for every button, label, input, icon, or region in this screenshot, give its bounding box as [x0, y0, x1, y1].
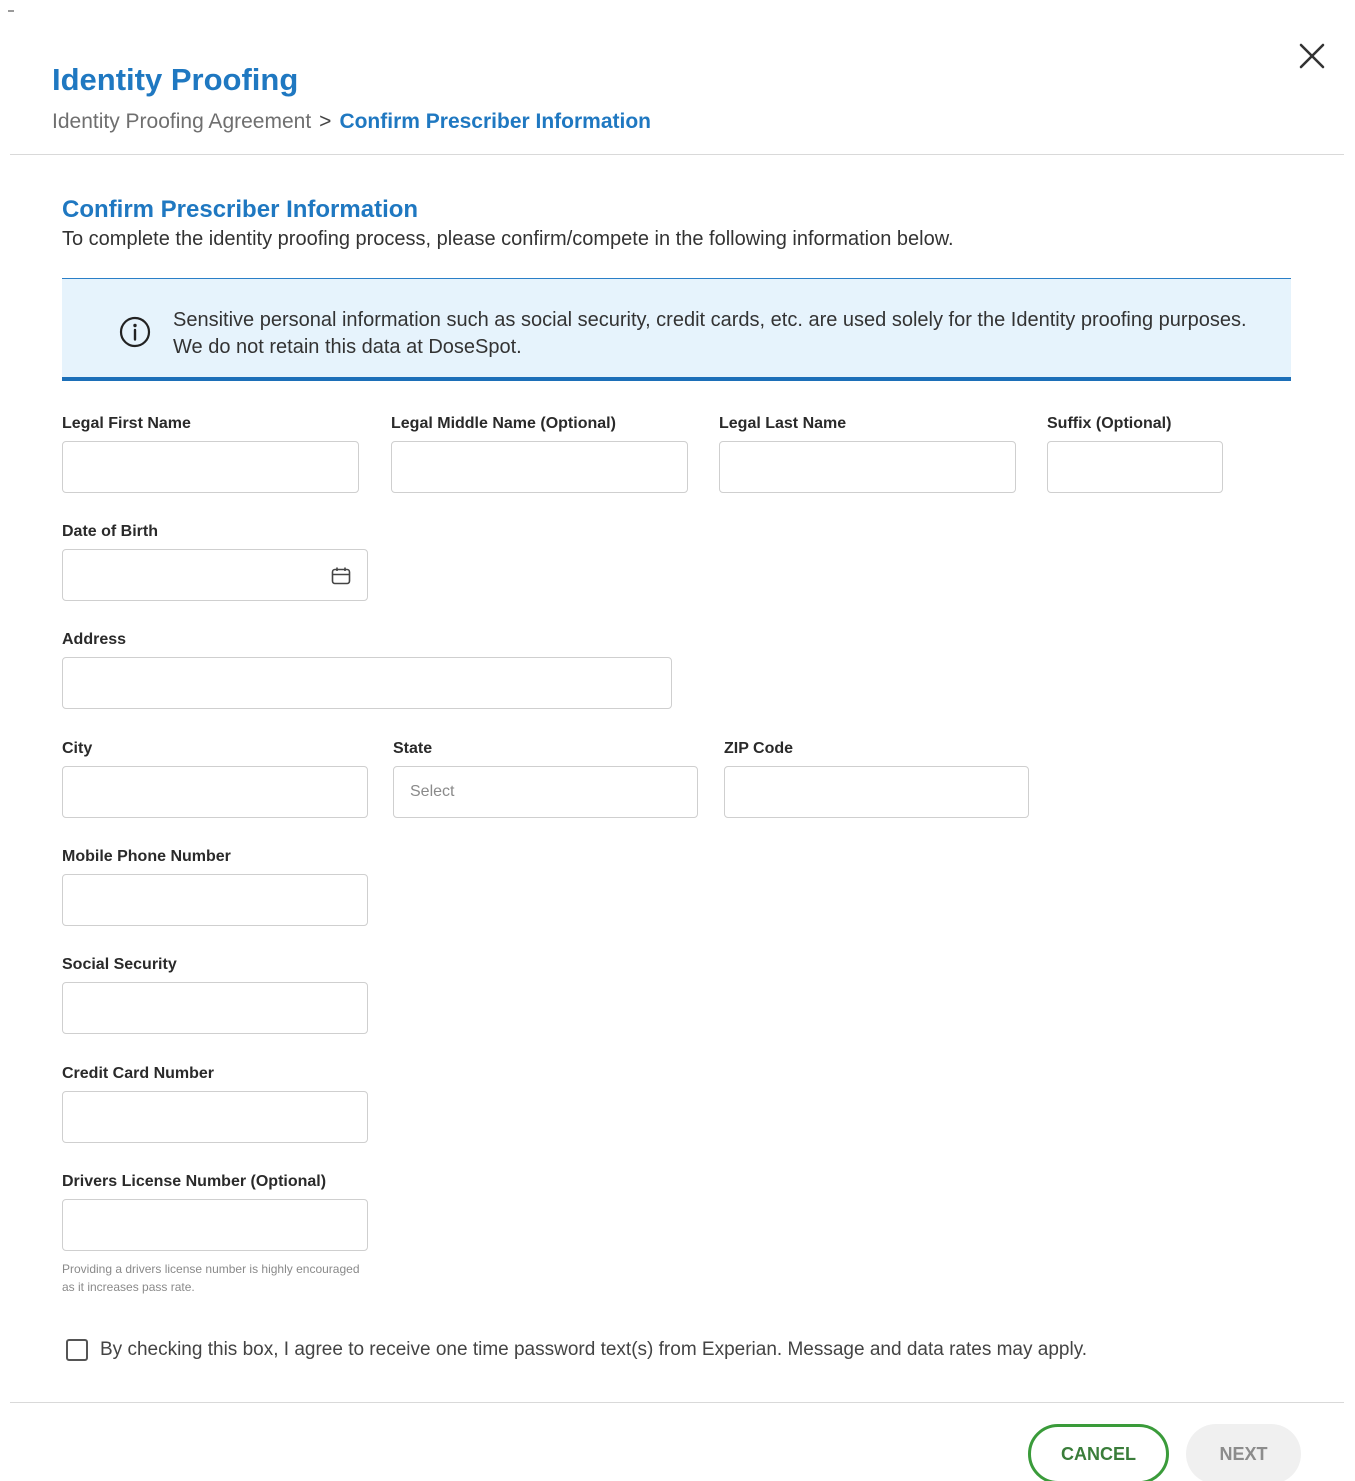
- first-name-input[interactable]: [62, 441, 359, 493]
- info-banner: Sensitive personal information such as s…: [62, 278, 1291, 381]
- credit-card-label: Credit Card Number: [62, 1065, 215, 1082]
- next-button[interactable]: NEXT: [1186, 1424, 1301, 1481]
- zip-code-label: ZIP Code: [724, 740, 794, 757]
- footer-divider: [10, 1402, 1344, 1403]
- consent-checkbox[interactable]: [66, 1339, 88, 1361]
- suffix-input[interactable]: [1047, 441, 1223, 493]
- social-security-label: Social Security: [62, 956, 177, 973]
- close-button[interactable]: [1294, 38, 1330, 74]
- identity-proofing-dialog: Identity Proofing Identity Proofing Agre…: [0, 0, 1355, 1481]
- dob-input[interactable]: [62, 549, 368, 601]
- state-select[interactable]: Select: [393, 766, 698, 818]
- state-select-placeholder: Select: [410, 783, 455, 800]
- header-divider: [10, 154, 1344, 155]
- credit-card-input[interactable]: [62, 1091, 368, 1143]
- dob-label: Date of Birth: [62, 523, 158, 540]
- last-name-input[interactable]: [719, 441, 1016, 493]
- breadcrumb-step-agreement[interactable]: Identity Proofing Agreement: [52, 110, 311, 133]
- close-icon: [1299, 43, 1325, 69]
- section-title: Confirm Prescriber Information: [62, 196, 419, 223]
- address-label: Address: [62, 631, 127, 648]
- section-description: To complete the identity proofing proces…: [62, 228, 954, 250]
- breadcrumb-separator: >: [319, 110, 332, 133]
- middle-name-label: Legal Middle Name (Optional): [391, 415, 616, 432]
- state-label: State: [393, 740, 433, 757]
- middle-name-input[interactable]: [391, 441, 688, 493]
- last-name-label: Legal Last Name: [719, 415, 847, 432]
- city-label: City: [62, 740, 93, 757]
- mobile-phone-label: Mobile Phone Number: [62, 848, 231, 865]
- breadcrumb: Identity Proofing Agreement > Confirm Pres…: [52, 110, 651, 134]
- calendar-icon[interactable]: [331, 567, 351, 585]
- page-title: Identity Proofing: [52, 62, 299, 97]
- corner-mark: [8, 10, 14, 12]
- zip-code-input[interactable]: [724, 766, 1029, 818]
- social-security-input[interactable]: [62, 982, 368, 1034]
- city-input[interactable]: [62, 766, 368, 818]
- info-banner-text: Sensitive personal information such as s…: [173, 309, 1247, 358]
- breadcrumb-current-step: Confirm Prescriber Information: [339, 110, 651, 133]
- mobile-phone-input[interactable]: [62, 874, 368, 926]
- first-name-label: Legal First Name: [62, 415, 191, 432]
- drivers-license-input[interactable]: [62, 1199, 368, 1251]
- suffix-label: Suffix (Optional): [1047, 415, 1172, 432]
- cancel-button[interactable]: CANCEL: [1028, 1424, 1169, 1481]
- info-icon: [119, 316, 151, 348]
- drivers-license-label: Drivers License Number (Optional): [62, 1173, 327, 1190]
- consent-checkbox-label[interactable]: By checking this box, I agree to receive…: [100, 1339, 1087, 1361]
- drivers-license-help-text: Providing a drivers license number is hi…: [62, 1262, 360, 1294]
- address-input[interactable]: [62, 657, 672, 709]
